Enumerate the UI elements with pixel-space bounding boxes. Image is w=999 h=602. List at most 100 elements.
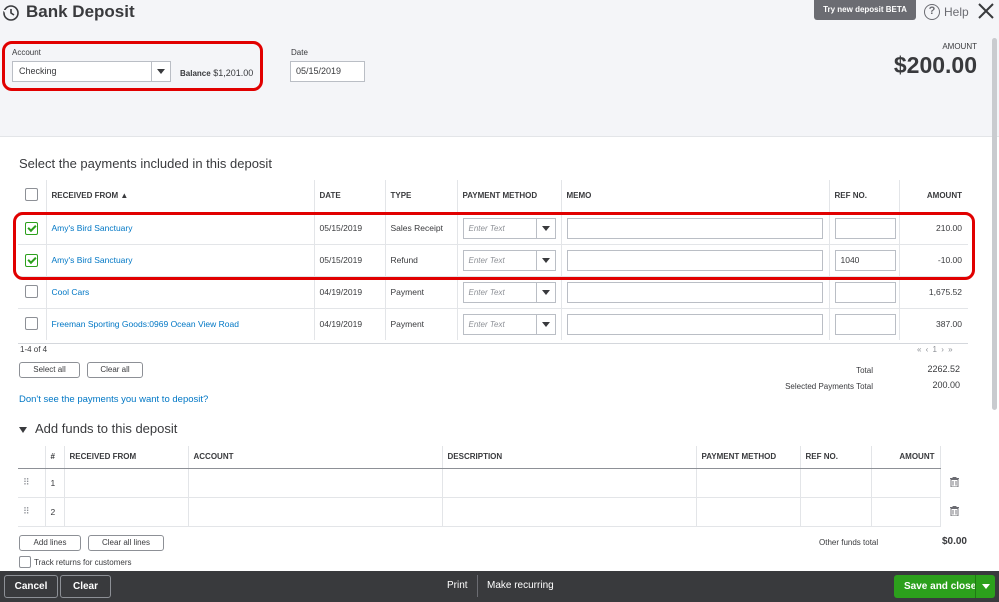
row-type: Payment: [385, 308, 458, 340]
payment-method-select[interactable]: Enter Text: [462, 313, 556, 335]
amount-cell[interactable]: [871, 468, 941, 498]
line-number: 2: [45, 497, 65, 527]
add-funds-toggle[interactable]: Add funds to this deposit: [19, 421, 177, 436]
close-icon[interactable]: [976, 1, 996, 21]
col-payment-method: PAYMENT METHOD: [696, 446, 801, 469]
pager-nav[interactable]: « ‹ 1 › »: [917, 345, 954, 354]
col-received-from[interactable]: RECEIVED FROM ▲: [46, 180, 315, 213]
other-funds-total-value: $0.00: [941, 536, 967, 547]
row-amount: 387.00: [936, 319, 962, 330]
trash-icon[interactable]: [949, 505, 959, 516]
balance-label: Balance: [180, 69, 211, 78]
ref-input[interactable]: [834, 313, 896, 335]
help-label: Help: [944, 5, 969, 19]
payment-method-placeholder: Enter Text: [468, 287, 505, 297]
select-all-button[interactable]: Select all: [19, 362, 80, 378]
payment-method-placeholder: Enter Text: [468, 319, 505, 329]
col-ref-no: REF NO.: [829, 180, 900, 213]
trash-icon[interactable]: [949, 476, 959, 487]
account-select[interactable]: Checking: [12, 61, 171, 82]
select-all-checkbox[interactable]: [25, 188, 38, 202]
received-from-cell[interactable]: [64, 468, 189, 498]
date-input[interactable]: 05/15/2019: [290, 61, 365, 82]
scrollbar[interactable]: [992, 38, 997, 410]
selected-total-value: 200.00: [932, 380, 960, 390]
account-label: Account: [12, 48, 41, 57]
ref-no-cell[interactable]: [800, 497, 872, 527]
footer-bar: Cancel Clear Print Make recurring Save a…: [0, 571, 999, 602]
row-checkbox[interactable]: [25, 284, 38, 298]
col-ref-no: REF NO.: [800, 446, 872, 469]
history-icon[interactable]: [2, 4, 20, 22]
table-row[interactable]: Freeman Sporting Goods:0969 Ocean View R…: [18, 308, 968, 340]
funds-table: # RECEIVED FROM ACCOUNT DESCRIPTION PAYM…: [18, 446, 968, 527]
row-checkbox[interactable]: [25, 316, 38, 330]
amount-cell[interactable]: [871, 497, 941, 527]
track-returns-checkbox[interactable]: [19, 556, 31, 568]
make-recurring-link[interactable]: Make recurring: [487, 580, 554, 591]
description-cell[interactable]: [442, 497, 697, 527]
page-title: Bank Deposit: [26, 2, 135, 21]
drag-handle-icon[interactable]: ⠿: [23, 477, 30, 487]
try-new-deposit-button[interactable]: Try new deposit BETA: [814, 0, 916, 20]
ref-no-cell[interactable]: [800, 468, 872, 498]
description-cell[interactable]: [442, 468, 697, 498]
balance-value: $1,201.00: [213, 68, 254, 78]
save-and-close-button[interactable]: Save and close: [894, 575, 995, 598]
chevron-down-icon[interactable]: [535, 314, 555, 334]
col-account: ACCOUNT: [188, 446, 443, 469]
memo-input[interactable]: [566, 281, 823, 303]
track-returns-option[interactable]: Track returns for customers: [19, 556, 132, 568]
amount-label: AMOUNT: [942, 42, 977, 51]
dont-see-payments-link[interactable]: Don't see the payments you want to depos…: [19, 394, 208, 405]
amount-total: $200.00: [893, 52, 977, 78]
drag-handle-icon[interactable]: ⠿: [23, 506, 30, 516]
payment-method-cell[interactable]: [696, 497, 801, 527]
received-from-link[interactable]: Freeman Sporting Goods:0969 Ocean View R…: [52, 319, 239, 329]
caret-down-icon: [19, 426, 27, 433]
header-panel: Bank Deposit Try new deposit BETA ? Help…: [0, 0, 999, 137]
account-value: Checking: [19, 66, 57, 76]
table-row[interactable]: Cool Cars 04/19/2019 Payment Enter Text …: [18, 276, 968, 309]
selected-rows-highlight: [13, 212, 975, 280]
col-line-number: #: [45, 446, 65, 469]
col-amount: AMOUNT: [871, 446, 941, 469]
track-returns-label: Track returns for customers: [34, 557, 132, 567]
print-link[interactable]: Print: [447, 580, 468, 591]
payment-method-cell[interactable]: [696, 468, 801, 498]
row-date: 04/19/2019: [314, 276, 386, 309]
pager-count: 1-4 of 4: [20, 345, 48, 354]
total-value: 2262.52: [927, 364, 960, 374]
col-date: DATE: [314, 180, 386, 213]
chevron-down-icon[interactable]: [975, 575, 995, 598]
ref-input[interactable]: [834, 281, 896, 303]
table-row[interactable]: ⠿ 2: [18, 497, 968, 527]
clear-all-button[interactable]: Clear all: [87, 362, 143, 378]
col-description: DESCRIPTION: [442, 446, 697, 469]
payments-section-title: Select the payments included in this dep…: [19, 156, 272, 171]
cancel-button[interactable]: Cancel: [4, 575, 58, 598]
received-from-cell[interactable]: [64, 497, 189, 527]
col-type: TYPE: [385, 180, 458, 213]
chevron-down-icon[interactable]: [151, 62, 170, 81]
row-date: 04/19/2019: [314, 308, 386, 340]
help-button[interactable]: ? Help: [924, 3, 969, 21]
payments-header-row: RECEIVED FROM ▲ DATE TYPE PAYMENT METHOD…: [18, 180, 968, 213]
funds-header-row: # RECEIVED FROM ACCOUNT DESCRIPTION PAYM…: [18, 446, 968, 469]
row-amount: 1,675.52: [899, 276, 968, 309]
total-label: Total: [856, 366, 873, 375]
clear-all-lines-button[interactable]: Clear all lines: [88, 535, 164, 551]
payment-method-select[interactable]: Enter Text: [462, 281, 556, 303]
footer-separator: [477, 575, 478, 597]
chevron-down-icon[interactable]: [535, 282, 555, 302]
table-row[interactable]: ⠿ 1: [18, 468, 968, 498]
memo-input[interactable]: [566, 313, 823, 335]
clear-button[interactable]: Clear: [60, 575, 111, 598]
account-cell[interactable]: [188, 468, 443, 498]
received-from-link[interactable]: Cool Cars: [52, 287, 90, 297]
add-funds-title: Add funds to this deposit: [35, 421, 178, 436]
account-cell[interactable]: [188, 497, 443, 527]
help-icon: ?: [924, 4, 940, 20]
save-and-close-label: Save and close: [904, 581, 977, 592]
add-lines-button[interactable]: Add lines: [19, 535, 81, 551]
